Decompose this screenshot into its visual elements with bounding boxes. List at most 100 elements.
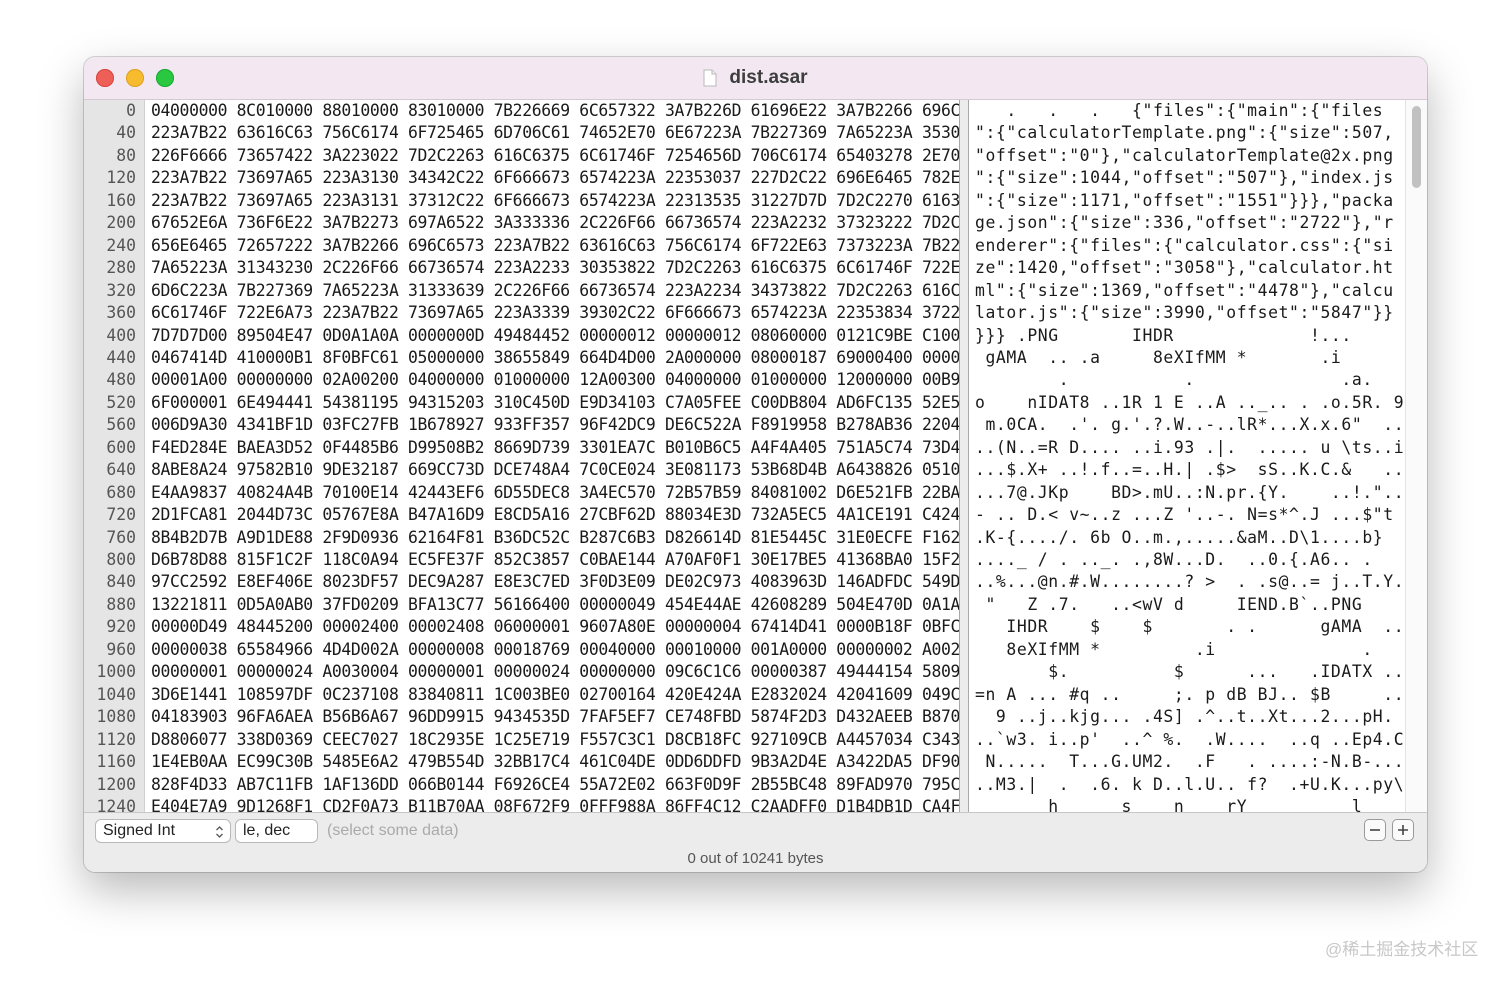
ascii-row[interactable]: lator.js":{"size":3990,"offset":"5847"}} <box>975 302 1394 325</box>
scrollbar-thumb[interactable] <box>1412 106 1421 188</box>
offset-label: 480 <box>106 370 136 390</box>
offset-label: 120 <box>106 168 136 188</box>
hex-row[interactable]: 67652E6A 736F6E22 3A7B2273 697A6522 3A33… <box>151 212 998 235</box>
offset-label: 1120 <box>96 729 136 749</box>
number-type-select[interactable]: Signed Int <box>95 819 231 843</box>
ascii-row[interactable]: gAMA .. .a 8eXIfMM * .i <box>975 347 1341 370</box>
hex-row[interactable]: E404E7A9 9D1268F1 CD2F0A73 B11B70AA 08F6… <box>151 796 998 812</box>
offset-label: 240 <box>106 235 136 255</box>
ascii-row[interactable]: ...7@.JKp BD>.mU..:N.pr.{Y. ..!.".. <box>975 482 1404 505</box>
ascii-row[interactable]: enderer":{"files":{"calculator.css":{"si <box>975 235 1394 258</box>
offset-label: 280 <box>106 258 136 278</box>
offset-label: 400 <box>106 325 136 345</box>
hex-row[interactable]: 97CC2592 E8EF406E 8023DF57 DEC9A287 E8E3… <box>151 571 998 594</box>
hex-row[interactable]: E4AA9837 40824A4B 70100E14 42443EF6 6D55… <box>151 482 998 505</box>
offset-label: 800 <box>106 550 136 569</box>
offset-label: 760 <box>106 527 136 547</box>
selection-status: 0 out of 10241 bytes <box>687 850 824 867</box>
hex-row[interactable]: 3D6E1441 108597DF 0C237108 83840811 1C00… <box>151 684 998 707</box>
ascii-row[interactable]: h s n rY l N <box>975 796 1405 812</box>
hex-row[interactable]: 223A7B22 73697A65 223A3130 34342C22 6F66… <box>151 167 998 190</box>
remove-inspector-button[interactable] <box>1364 819 1386 841</box>
offset-label: 200 <box>106 213 136 233</box>
vertical-scrollbar[interactable] <box>1405 100 1427 812</box>
ascii-row[interactable]: ..M3.| . .6. k D..l.U.. f? .+U.K...py\Ir <box>975 774 1405 797</box>
hex-row[interactable]: 7D7D7D00 89504E47 0D0A1A0A 0000000D 4948… <box>151 325 998 348</box>
hex-row[interactable]: D8806077 338D0369 CEEC7027 18C2935E 1C25… <box>151 729 998 752</box>
title-bar[interactable]: dist.asar <box>84 57 1427 100</box>
ascii-row[interactable]: ze":1420,"offset":"3058"},"calculator.ht <box>975 257 1394 280</box>
hex-row[interactable]: 6F000001 6E494441 54381195 94315203 310C… <box>151 392 998 415</box>
hex-row[interactable]: 006D9A30 4341BF1D 03FC27FB 1B678927 933F… <box>151 414 998 437</box>
hex-row[interactable]: 00000001 00000024 A0030004 00000001 0000… <box>151 661 998 684</box>
hex-row[interactable]: 226F6666 73657422 3A223022 7D2C2263 616C… <box>151 145 998 168</box>
ascii-row[interactable]: ml":{"size":1369,"offset":"4478"},"calcu <box>975 280 1394 303</box>
ascii-pane[interactable]: . . . {"files":{"main":{"files ":{"calcul… <box>969 100 1405 812</box>
hex-row[interactable]: 13221811 0D5A0AB0 37FD0209 BFA13C77 5616… <box>151 594 998 617</box>
offset-label: 600 <box>106 437 136 457</box>
hex-row[interactable]: 00001A00 00000000 02A00200 04000000 0100… <box>151 369 998 392</box>
offset-label: 1000 <box>96 662 136 682</box>
hex-row[interactable]: 8ABE8A24 97582B10 9DE32187 669CC73D DCE7… <box>151 459 998 482</box>
ascii-row[interactable]: N..... T...G.UM2. .F . ....:-N.B-... 9 <box>975 751 1405 774</box>
ascii-row[interactable]: =n A ... #q .. ;. p dB BJ.. $B ... <box>975 684 1405 707</box>
offset-label: 640 <box>106 460 136 480</box>
offset-label: 680 <box>106 482 136 502</box>
endian-format-select[interactable]: le, dec <box>235 819 318 843</box>
hex-row[interactable]: 8B4B2D7B A9D1DE88 2F9D0936 62164F81 B36D… <box>151 527 998 550</box>
ascii-row[interactable]: - .. D.< v~..z ...Z '..-. N=s*^.J ...$"t <box>975 504 1394 527</box>
hex-row[interactable]: 6C61746F 722E6A73 223A7B22 73697A65 223A… <box>151 302 998 325</box>
hex-pane[interactable]: 04000000 8C010000 88010000 83010000 7B22… <box>145 100 998 812</box>
hex-row[interactable]: 00000D49 48445200 00002400 00002408 0600… <box>151 616 998 639</box>
hex-row[interactable]: 656E6465 72657222 3A7B2266 696C6573 223A… <box>151 235 998 258</box>
add-inspector-button[interactable] <box>1392 819 1414 841</box>
hex-row[interactable]: 223A7B22 63616C63 756C6174 6F725465 6D70… <box>151 122 998 145</box>
ascii-row[interactable]: }}} .PNG IHDR !... <box>975 325 1352 348</box>
ascii-row[interactable]: ..(N..=R D.... ..i.93 .|. ..... u \ts..i <box>975 437 1404 460</box>
pane-divider[interactable] <box>959 100 969 812</box>
hex-editor-view: 0 40 80 120 160 200 240 280 320 360 400 440 480 520 56… <box>84 100 1427 812</box>
hex-row[interactable]: 04183903 96FA6AEA B56B6A67 96DD9915 9434… <box>151 706 998 729</box>
offset-label: 1040 <box>96 684 136 704</box>
hex-row[interactable]: 1E4EB0AA EC99C30B 5485E6A2 479B554D 32BB… <box>151 751 998 774</box>
hex-row[interactable]: 7A65223A 31343230 2C226F66 66736574 223A… <box>151 257 998 280</box>
hex-row[interactable]: 223A7B22 73697A65 223A3131 37312C22 6F66… <box>151 190 998 213</box>
data-inspector-bar: Signed Int le, dec (select some data) 0 … <box>84 812 1427 872</box>
ascii-row[interactable]: ":{"size":1171,"offset":"1551"}}},"packa <box>975 190 1394 213</box>
offset-column: 0 40 80 120 160 200 240 280 320 360 400 440 480 520 56… <box>84 100 145 812</box>
ascii-row[interactable]: ":{"size":1044,"offset":"507"},"index.js <box>975 167 1394 190</box>
ascii-row[interactable]: . . . {"files":{"main":{"files <box>975 100 1383 123</box>
number-type-value: Signed Int <box>103 822 176 839</box>
hex-row[interactable]: 0467414D 410000B1 8F0BFC61 05000000 3865… <box>151 347 998 370</box>
watermark: @稀土掘金技术社区 <box>1325 940 1479 959</box>
hex-row[interactable]: 04000000 8C010000 88010000 83010000 7B22… <box>151 100 998 123</box>
ascii-row[interactable]: 9 ..j..kjg... .4S] .^..t..Xt...2...pH. <box>975 706 1394 729</box>
hex-row[interactable]: 00000038 65584966 4D4D002A 00000008 0001… <box>151 639 998 662</box>
minus-icon <box>1370 829 1380 831</box>
ascii-row[interactable]: .K-{..../. 6b O..m.,.....&aM..D\1....b} <box>975 527 1383 550</box>
document-icon <box>703 69 717 87</box>
hex-row[interactable]: 6D6C223A 7B227369 7A65223A 31333639 2C22… <box>151 280 998 303</box>
hex-row[interactable]: D6B78D88 815F1C2F 118C0A94 EC5FE37F 852C… <box>151 549 998 572</box>
ascii-row[interactable]: 8eXIfMM * .i . <box>975 639 1373 662</box>
offset-label: 520 <box>106 392 136 412</box>
ascii-row[interactable]: "offset":"0"},"calculatorTemplate@2x.png <box>975 145 1394 168</box>
ascii-row[interactable]: ..%...@n.#.W........? > . .s@..= j..T.Y. <box>975 571 1404 594</box>
ascii-row[interactable]: $. $ ... .IDATX .. <box>975 661 1404 684</box>
ascii-row[interactable]: ...$.X+ ..!.f..=..H.| .$> sS..K.C.& .. <box>975 459 1404 482</box>
ascii-row[interactable]: m.0CA. .'. g.'.?.W..-..lR*...X.x.6" .. <box>975 414 1404 437</box>
ascii-row[interactable]: . . .a. <box>975 369 1373 392</box>
ascii-row[interactable]: IHDR $ $ . . gAMA .. .a <box>975 616 1405 639</box>
ascii-row[interactable]: " Z .7. ..<wV d IEND.B`..PNG <box>975 594 1362 617</box>
ascii-row[interactable]: ge.json":{"size":336,"offset":"2722"},"r <box>975 212 1394 235</box>
hex-row[interactable]: 828F4D33 AB7C11FB 1AF136DD 066B0144 F692… <box>151 774 998 797</box>
ascii-row[interactable]: ..`w3. i..p' ..^ %. .W.... ..q ..Ep4.Cv{ <box>975 729 1405 752</box>
ascii-row[interactable]: o nIDAT8 ..1R 1 E ..A .._.. . .o.5R. 9 <box>975 392 1404 415</box>
hex-row[interactable]: 2D1FCA81 2044D73C 05767E8A B47A16D9 E8CD… <box>151 504 998 527</box>
ascii-row[interactable]: ":{"calculatorTemplate.png":{"size":507, <box>975 122 1394 145</box>
offset-label: 440 <box>106 347 136 367</box>
offset-label: 1080 <box>96 707 136 727</box>
hex-row[interactable]: F4ED284E BAEA3D52 0F4485B6 D99508B2 8669… <box>151 437 998 460</box>
offset-label: 360 <box>106 303 136 323</box>
ascii-row[interactable]: ...._ / . .._. .,8W...D. ..0.{.A6.. . <box>975 549 1373 572</box>
